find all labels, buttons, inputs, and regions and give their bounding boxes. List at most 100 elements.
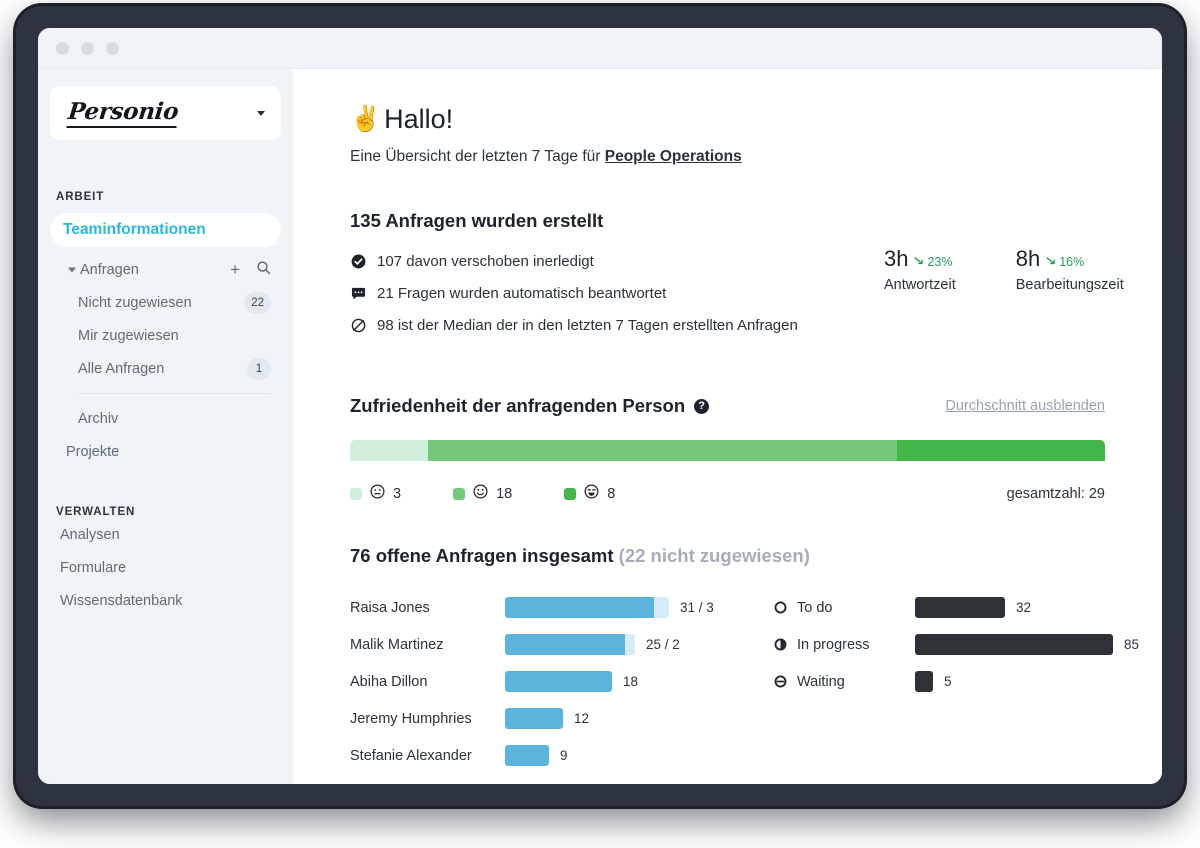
satisfaction-segment-smiling bbox=[427, 440, 897, 461]
sidebar-item-label: Projekte bbox=[66, 443, 120, 460]
hide-average-link[interactable]: Durchschnitt ausblenden bbox=[945, 398, 1105, 414]
page-subtitle: Eine Übersicht der letzten 7 Tage für Pe… bbox=[350, 148, 1162, 166]
kpi-delta: 23% bbox=[914, 255, 953, 269]
legend-count: 3 bbox=[393, 485, 402, 502]
status-label: Waiting bbox=[797, 673, 845, 690]
app-window: Personio ARBEIT Teaminformationen Anfrag… bbox=[38, 28, 1162, 784]
sidebar-item-archiv[interactable]: Archiv bbox=[38, 402, 293, 435]
bar-value: 12 bbox=[574, 711, 590, 726]
kpi-bearbeitungszeit: 8h 16% Bearbeitungszeit bbox=[1016, 246, 1124, 293]
window-titlebar bbox=[38, 28, 1162, 69]
sidebar-item-badge: 1 bbox=[247, 357, 271, 380]
sidebar-item-teaminformationen[interactable]: Teaminformationen bbox=[50, 213, 281, 247]
search-icon[interactable] bbox=[256, 260, 271, 279]
bar-label: Stefanie Alexander bbox=[350, 747, 472, 764]
sidebar-item-label: Archiv bbox=[78, 410, 119, 427]
requests-created-title: 135 Anfragen wurden erstellt bbox=[350, 210, 604, 231]
sidebar-group-anfragen[interactable]: Anfragen + bbox=[38, 253, 293, 286]
team-link[interactable]: People Operations bbox=[605, 148, 742, 165]
page-title: ✌️ Hallo! bbox=[350, 104, 1162, 135]
sidebar-item-nicht-zugewiesen[interactable]: Nicht zugewiesen 22 bbox=[38, 286, 293, 319]
sidebar-item-wissensdatenbank[interactable]: Wissensdatenbank bbox=[38, 584, 293, 617]
main-content: ✌️ Hallo! Eine Übersicht der letzten 7 T… bbox=[293, 69, 1162, 784]
fact-text: 107 davon verschoben inerledigt bbox=[377, 253, 594, 270]
kpi-value: 3h bbox=[884, 246, 909, 271]
bar-value: 31 / 3 bbox=[680, 600, 714, 615]
sidebar-item-analysen[interactable]: Analysen bbox=[38, 518, 293, 551]
status-bar-chart: To do 32 In progress 85 Waiting 5 bbox=[765, 589, 1162, 784]
bar-value: 9 bbox=[560, 748, 568, 763]
kpi-value: 8h bbox=[1015, 246, 1041, 271]
bar-active bbox=[505, 671, 612, 692]
legend-item-grinning: 8 bbox=[564, 484, 615, 503]
sidebar-item-label: Alle Anfragen bbox=[78, 360, 165, 377]
neutral-face-icon bbox=[370, 484, 385, 503]
sidebar-item-label: Mir zugewiesen bbox=[78, 327, 179, 344]
bar-value: 25 / 2 bbox=[646, 637, 680, 652]
chart-bar-row: Jeremy Humphries 12 bbox=[350, 700, 765, 737]
status-label: To do bbox=[797, 599, 833, 616]
status-value: 32 bbox=[1016, 600, 1032, 615]
satisfaction-legend: 3 18 8 gesamtzahl: 29 bbox=[350, 484, 1105, 503]
window-maximize-button[interactable] bbox=[106, 41, 119, 55]
sidebar-item-label: Wissensdatenbank bbox=[60, 592, 183, 609]
status-row: In progress 85 bbox=[773, 626, 1162, 663]
legend-item-smiling: 18 bbox=[453, 484, 512, 503]
bar-active bbox=[505, 745, 549, 766]
sidebar-item-mir-zugewiesen[interactable]: Mir zugewiesen bbox=[38, 319, 293, 352]
personio-logo: Personio bbox=[66, 98, 180, 128]
legend-swatch bbox=[350, 487, 362, 500]
grinning-face-icon bbox=[584, 484, 599, 503]
agent-bar-chart: Raisa Jones 31 / 3 Malik Martinez 25 / 2… bbox=[350, 589, 765, 784]
open-requests-title: 76 offene Anfragen insgesamt (22 nicht z… bbox=[350, 545, 1162, 567]
average-icon bbox=[350, 318, 366, 333]
legend-count: 18 bbox=[496, 485, 513, 502]
chevron-down-icon[interactable] bbox=[68, 267, 76, 272]
satisfaction-bar bbox=[350, 440, 1105, 468]
fact-row: 107 davon verschoben inerledigt bbox=[350, 253, 870, 270]
greeting-text: Hallo! bbox=[384, 104, 454, 134]
bar-waiting bbox=[625, 634, 635, 655]
chart-bar-row: Abiha Dillon 18 bbox=[350, 663, 765, 700]
add-request-icon[interactable]: + bbox=[230, 261, 240, 278]
subtitle-prefix: Eine Übersicht der letzten 7 Tage für bbox=[350, 148, 605, 165]
sidebar-section-verwalten: VERWALTEN bbox=[56, 506, 136, 518]
satisfaction-segment-neutral bbox=[350, 440, 428, 461]
bar-label: Malik Martinez bbox=[350, 636, 444, 653]
fact-text: 21 Fragen wurden automatisch beantwortet bbox=[377, 285, 667, 302]
sidebar-item-projekte[interactable]: Projekte bbox=[38, 435, 293, 468]
fact-text: 98 ist der Median der in den letzten 7 T… bbox=[377, 317, 798, 334]
victory-hand-icon: ✌️ bbox=[350, 105, 382, 133]
check-circle-icon bbox=[350, 254, 366, 269]
status-row: Waiting 5 bbox=[773, 663, 1162, 700]
sidebar: Personio ARBEIT Teaminformationen Anfrag… bbox=[38, 69, 293, 784]
smiling-face-icon bbox=[473, 484, 488, 503]
window-close-button[interactable] bbox=[56, 41, 69, 55]
sidebar-item-label: Analysen bbox=[60, 526, 120, 543]
chevron-down-icon[interactable] bbox=[257, 110, 265, 116]
chart-bar-row: Stefanie Alexander 9 bbox=[350, 737, 765, 774]
open-requests-count: 76 offene Anfragen insgesamt bbox=[350, 545, 614, 566]
speech-bubble-icon bbox=[350, 287, 366, 301]
sidebar-section-arbeit: ARBEIT bbox=[56, 191, 105, 203]
bar-label: Abiha Dillon bbox=[350, 673, 428, 690]
fact-row: 21 Fragen wurden automatisch beantwortet bbox=[350, 285, 870, 302]
question-mark-icon[interactable]: ? bbox=[694, 398, 710, 414]
satisfaction-header: Zufriedenheit der anfragenden Person ? D… bbox=[350, 395, 1105, 417]
device-frame: Personio ARBEIT Teaminformationen Anfrag… bbox=[16, 6, 1184, 806]
sidebar-item-label: Formulare bbox=[60, 559, 127, 576]
legend-item-neutral: 3 bbox=[350, 484, 401, 503]
status-value: 5 bbox=[944, 674, 952, 689]
kpi-antwortzeit: 3h 23% Antwortzeit bbox=[884, 246, 956, 293]
kpi-delta: 16% bbox=[1046, 255, 1084, 269]
bar-active bbox=[505, 708, 563, 729]
status-bar-fill bbox=[915, 671, 933, 692]
sidebar-item-alle-anfragen[interactable]: Alle Anfragen 1 bbox=[38, 352, 293, 385]
arrow-down-right-icon bbox=[914, 255, 925, 269]
bar-label: Jeremy Humphries bbox=[350, 710, 472, 727]
kpi-delta-value: 23% bbox=[927, 255, 953, 269]
sidebar-item-formulare[interactable]: Formulare bbox=[38, 551, 293, 584]
brand-selector[interactable]: Personio bbox=[50, 86, 281, 140]
status-value: 85 bbox=[1124, 637, 1140, 652]
window-minimize-button[interactable] bbox=[81, 41, 94, 55]
